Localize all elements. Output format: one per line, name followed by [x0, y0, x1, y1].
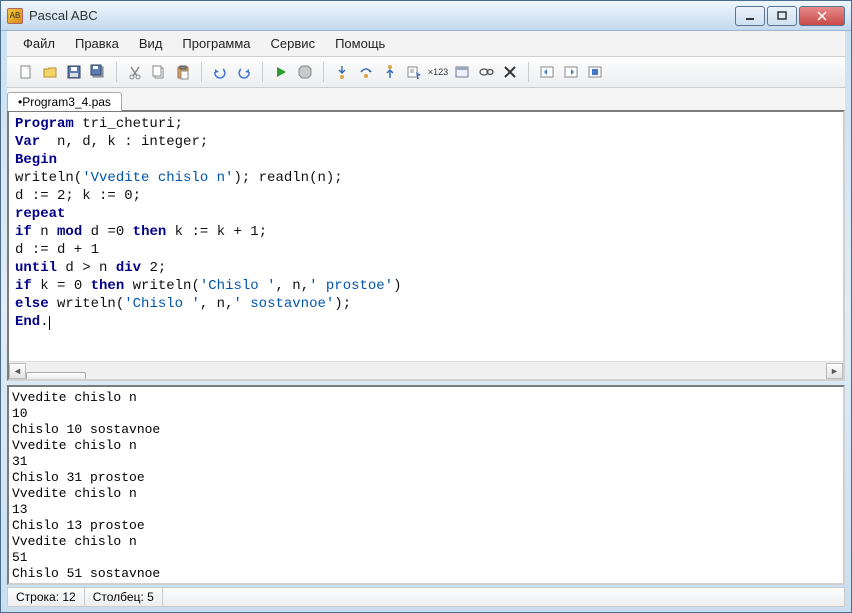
paste-icon[interactable]	[172, 61, 194, 83]
window-icon[interactable]	[451, 61, 473, 83]
statusbar: Строка: 12 Столбец: 5	[7, 587, 845, 607]
editor-pane: Program tri_cheturi; Var n, d, k : integ…	[7, 110, 845, 381]
code-editor[interactable]: Program tri_cheturi; Var n, d, k : integ…	[9, 112, 843, 361]
redo-icon[interactable]	[233, 61, 255, 83]
menu-file[interactable]: Файл	[15, 33, 63, 54]
text-cursor	[49, 316, 50, 330]
status-col: Столбец: 5	[85, 588, 163, 606]
run-icon[interactable]	[270, 61, 292, 83]
run-to-cursor-icon[interactable]	[403, 61, 425, 83]
save-all-icon[interactable]	[87, 61, 109, 83]
tool-a-icon[interactable]	[536, 61, 558, 83]
menu-edit[interactable]: Правка	[67, 33, 127, 54]
scroll-right-icon[interactable]: ►	[826, 363, 843, 379]
menu-program[interactable]: Программа	[174, 33, 258, 54]
step-over-icon[interactable]	[355, 61, 377, 83]
step-into-icon[interactable]	[331, 61, 353, 83]
menu-help[interactable]: Помощь	[327, 33, 393, 54]
tab-active[interactable]: •Program3_4.pas	[7, 92, 122, 111]
window-controls	[735, 6, 845, 26]
status-spacer	[163, 588, 844, 606]
menubar: Файл Правка Вид Программа Сервис Помощь	[7, 31, 845, 57]
code-kw: Program	[15, 116, 74, 132]
save-icon[interactable]	[63, 61, 85, 83]
cut-icon[interactable]	[124, 61, 146, 83]
menu-view[interactable]: Вид	[131, 33, 171, 54]
status-line: Строка: 12	[8, 588, 85, 606]
copy-icon[interactable]	[148, 61, 170, 83]
titlebar: AB Pascal ABC	[1, 1, 851, 31]
stop-icon[interactable]	[294, 61, 316, 83]
menu-service[interactable]: Сервис	[263, 33, 324, 54]
tool-b-icon[interactable]	[560, 61, 582, 83]
tool-c-icon[interactable]	[584, 61, 606, 83]
watch-icon[interactable]	[475, 61, 497, 83]
close-button[interactable]	[799, 6, 845, 26]
horizontal-scrollbar[interactable]: ◄ ►	[9, 361, 843, 379]
maximize-button[interactable]	[767, 6, 797, 26]
app-icon: AB	[7, 8, 23, 24]
toggle-breakpoint-icon[interactable]: ×123	[427, 61, 449, 83]
window-title: Pascal ABC	[29, 8, 735, 23]
new-file-icon[interactable]	[15, 61, 37, 83]
tab-strip: •Program3_4.pas	[7, 88, 845, 110]
minimize-button[interactable]	[735, 6, 765, 26]
step-out-icon[interactable]	[379, 61, 401, 83]
clear-icon[interactable]	[499, 61, 521, 83]
scroll-left-icon[interactable]: ◄	[9, 363, 26, 379]
scroll-thumb[interactable]	[26, 372, 86, 382]
undo-icon[interactable]	[209, 61, 231, 83]
output-pane[interactable]: Vvedite chislo n 10 Chislo 10 sostavnoe …	[7, 385, 845, 585]
open-file-icon[interactable]	[39, 61, 61, 83]
toolbar: ×123	[7, 57, 845, 88]
